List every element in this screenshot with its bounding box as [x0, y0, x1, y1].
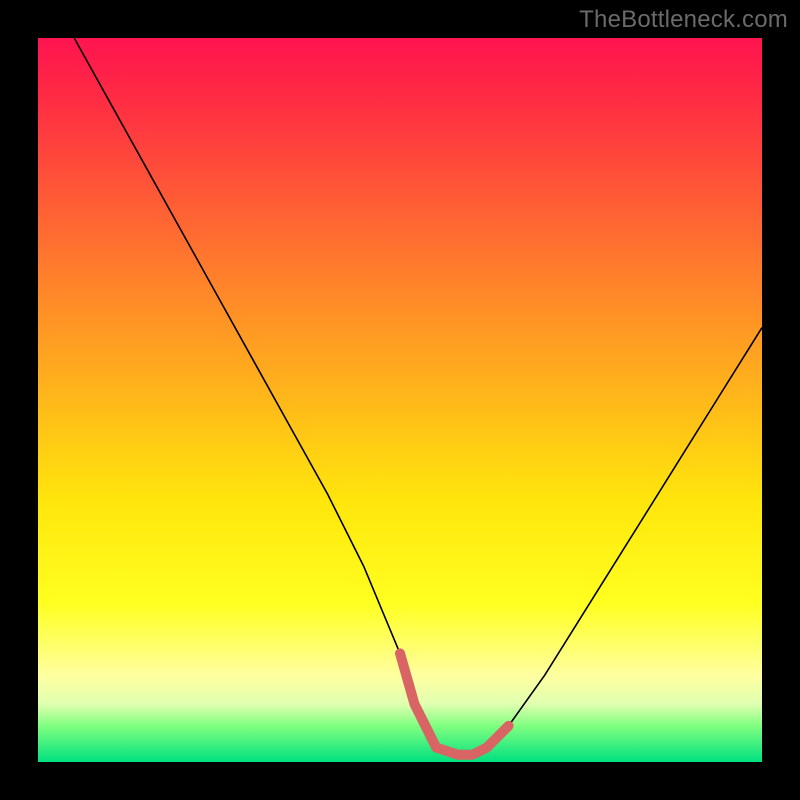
- valley-highlight-line: [400, 653, 509, 754]
- bottleneck-curve-line: [74, 38, 762, 755]
- chart-plot-area: [38, 38, 762, 762]
- watermark-text: TheBottleneck.com: [579, 6, 788, 34]
- chart-svg: [38, 38, 762, 762]
